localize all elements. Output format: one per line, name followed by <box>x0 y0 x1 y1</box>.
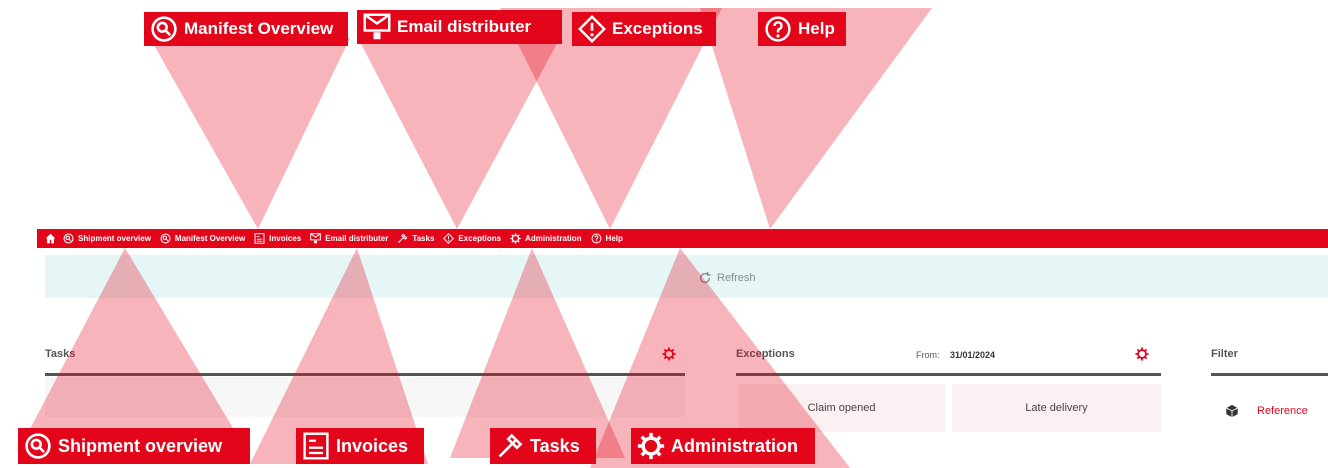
nav-label: Invoices <box>269 234 302 243</box>
callout-help[interactable]: Help <box>758 12 846 46</box>
filter-panel-title: Filter <box>1211 348 1238 360</box>
nav-administration[interactable]: Administration <box>510 233 582 244</box>
nav-tasks[interactable]: Tasks <box>397 233 434 244</box>
from-date[interactable]: 31/01/2024 <box>950 350 995 360</box>
diamond-alert-icon <box>578 15 606 43</box>
main-navbar: Shipment overview Manifest Overview Invo… <box>37 229 1328 248</box>
nav-label: Tasks <box>412 234 435 243</box>
box-icon <box>1226 404 1238 418</box>
nav-help[interactable]: Help <box>591 233 623 244</box>
nav-manifest-overview[interactable]: Manifest Overview <box>160 233 245 244</box>
refresh-label: Refresh <box>717 272 756 284</box>
callout-label: Exceptions <box>612 19 703 38</box>
exception-tile-late-delivery[interactable]: Late delivery <box>952 384 1161 432</box>
invoice-icon <box>303 432 329 460</box>
magnifier-icon <box>151 16 177 42</box>
tasks-divider <box>45 373 685 376</box>
callout-label: Tasks <box>530 435 580 456</box>
ray-email-distributer <box>358 38 560 229</box>
callout-exceptions[interactable]: Exceptions <box>572 12 716 46</box>
nav-shipment-overview[interactable]: Shipment overview <box>63 233 151 244</box>
home-icon <box>45 233 56 244</box>
envelope-icon <box>310 233 321 244</box>
home-button[interactable] <box>45 233 56 244</box>
filter-reference-label: Reference <box>1257 405 1308 417</box>
question-icon <box>765 16 791 42</box>
magnifier-icon <box>160 233 171 244</box>
invoice-icon <box>254 233 265 244</box>
callout-administration[interactable]: Administration <box>631 428 815 464</box>
callout-manifest-overview[interactable]: Manifest Overview <box>144 12 348 46</box>
hammer-icon <box>398 233 408 243</box>
envelope-icon <box>363 13 391 40</box>
exception-tile-claim-opened[interactable]: Claim opened <box>738 384 945 432</box>
nav-email-distributer[interactable]: Email distributer <box>310 233 388 244</box>
nav-label: Shipment overview <box>78 234 151 243</box>
exceptions-divider <box>736 373 1161 376</box>
callout-label: Shipment overview <box>58 435 223 456</box>
exceptions-settings-icon[interactable] <box>1135 347 1149 361</box>
refresh-button[interactable]: Refresh <box>698 271 756 285</box>
nav-exceptions[interactable]: Exceptions <box>443 233 501 244</box>
question-icon <box>591 233 601 244</box>
callout-label: Manifest Overview <box>184 19 334 38</box>
refresh-icon <box>699 271 711 284</box>
nav-label: Administration <box>525 234 582 243</box>
tasks-list <box>45 377 685 417</box>
tasks-panel-title: Tasks <box>45 348 76 360</box>
tasks-settings-icon[interactable] <box>662 347 676 361</box>
nav-label: Email distributer <box>325 234 389 243</box>
magnifier-icon <box>25 433 51 459</box>
filter-reference[interactable]: Reference <box>1225 404 1308 418</box>
nav-label: Manifest Overview <box>174 234 246 243</box>
exceptions-panel-title: Exceptions <box>736 348 795 360</box>
magnifier-icon <box>63 233 74 244</box>
gear-icon <box>510 233 521 244</box>
nav-label: Exceptions <box>458 234 502 243</box>
nav-label: Help <box>605 234 623 243</box>
callout-tasks[interactable]: Tasks <box>490 428 596 464</box>
gear-icon <box>637 432 665 460</box>
callout-label: Invoices <box>336 435 409 456</box>
callout-label: Administration <box>671 435 799 456</box>
ray-manifest-overview <box>150 38 350 229</box>
callout-email-distributer[interactable]: Email distributer <box>357 10 562 44</box>
hammer-icon <box>498 433 523 458</box>
screen: Refresh Tasks Exceptions From: 31/01/202… <box>0 0 1328 468</box>
callout-label: Email distributer <box>397 17 532 36</box>
filter-divider <box>1211 373 1328 376</box>
nav-invoices[interactable]: Invoices <box>254 233 301 244</box>
diamond-alert-icon <box>443 233 455 244</box>
refresh-bar <box>45 255 1328 298</box>
from-label: From: <box>916 350 940 360</box>
callout-label: Help <box>798 19 835 38</box>
callout-shipment-overview[interactable]: Shipment overview <box>18 428 250 464</box>
callout-invoices[interactable]: Invoices <box>296 428 424 464</box>
